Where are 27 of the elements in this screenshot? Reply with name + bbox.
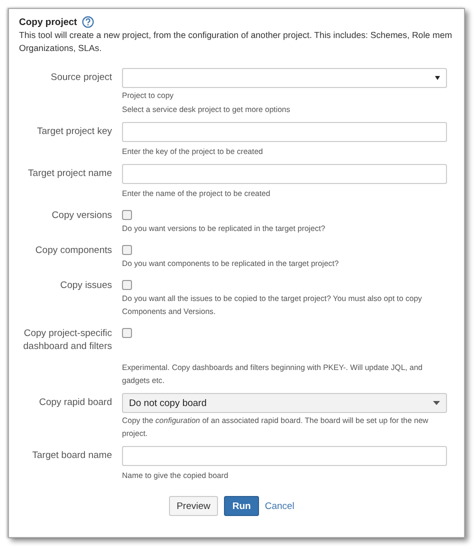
checkbox[interactable] xyxy=(122,245,132,255)
field-label: Copy components xyxy=(34,244,112,257)
preview-button[interactable]: Preview xyxy=(168,496,218,516)
field-label: Target project key xyxy=(36,125,112,138)
checkbox[interactable] xyxy=(122,280,132,290)
dialog-title: Copy project xyxy=(19,16,78,28)
intro-text: Organizations, SLAs. xyxy=(19,42,103,55)
checkbox[interactable] xyxy=(122,210,132,220)
input-field[interactable] xyxy=(122,122,447,142)
select-field[interactable] xyxy=(122,68,447,88)
dropdown-field[interactable]: Do not copy board xyxy=(122,393,447,413)
field-label: Copy versions xyxy=(50,209,112,222)
checkbox[interactable] xyxy=(122,328,132,338)
cancel-link[interactable]: Cancel xyxy=(264,500,294,512)
intro-text: This tool will create a new project, from the configuration of another project. This includes: Schemes, Role mem xyxy=(19,29,454,42)
help-icon[interactable] xyxy=(82,16,94,28)
caret-icon xyxy=(435,76,440,80)
field-label: Copy rapid board xyxy=(38,396,112,409)
caret-icon xyxy=(433,401,440,405)
field-label: Copy issues xyxy=(59,279,112,292)
field-label: Copy project-specific dashboard and filters xyxy=(22,327,112,353)
field-label: Target board name xyxy=(31,449,112,462)
field-label: Target project name xyxy=(27,167,112,180)
input-field[interactable] xyxy=(122,446,447,466)
run-button[interactable]: Run xyxy=(224,496,259,516)
input-field[interactable] xyxy=(122,164,447,184)
field-label: Source project xyxy=(50,71,112,84)
